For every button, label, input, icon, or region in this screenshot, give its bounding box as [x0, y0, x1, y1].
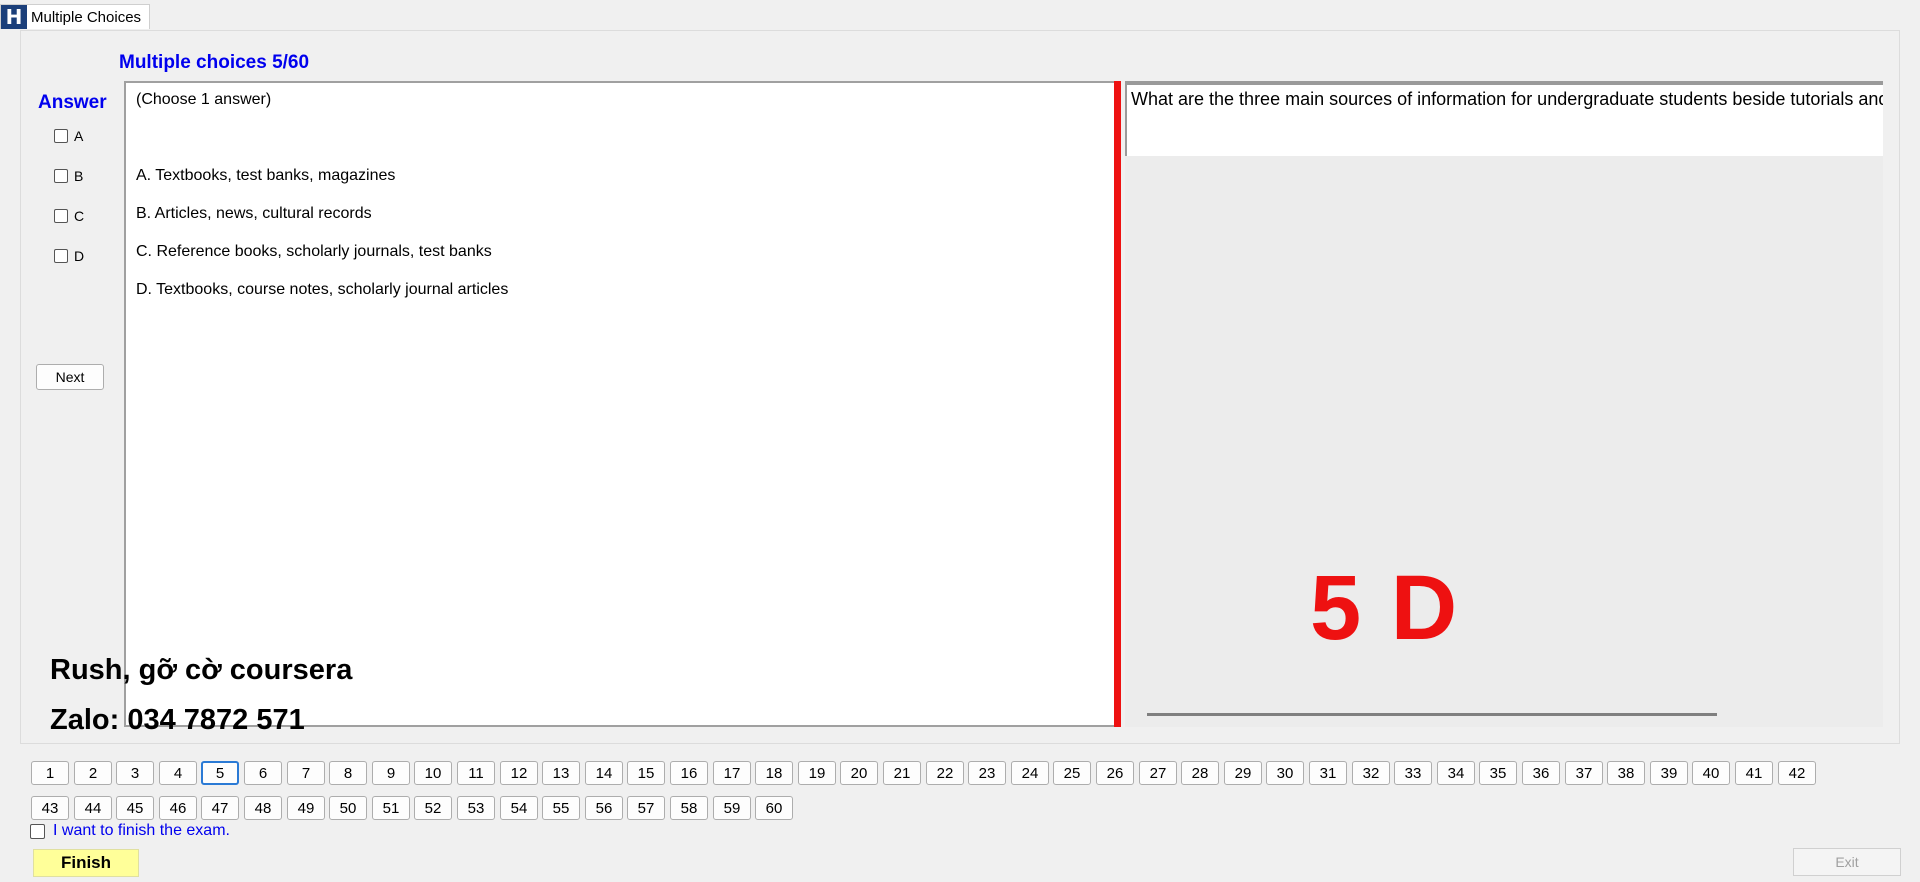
answer-label: Answer	[38, 92, 107, 113]
question-button[interactable]: 36	[1522, 761, 1560, 785]
question-button[interactable]: 37	[1565, 761, 1603, 785]
tab-label: Multiple Choices	[31, 8, 142, 26]
question-button[interactable]: 41	[1735, 761, 1773, 785]
question-button[interactable]: 54	[500, 796, 538, 820]
question-button[interactable]: 60	[755, 796, 793, 820]
question-button[interactable]: 5	[201, 761, 239, 785]
answer-option-b[interactable]: B	[54, 168, 83, 184]
question-button[interactable]: 4	[159, 761, 197, 785]
choices-panel: (Choose 1 answer) A. Textbooks, test ban…	[124, 81, 1114, 727]
question-button[interactable]: 39	[1650, 761, 1688, 785]
question-button[interactable]: 27	[1139, 761, 1177, 785]
choose-note: (Choose 1 answer)	[136, 91, 272, 108]
question-text: What are the three main sources of infor…	[1131, 89, 1883, 109]
red-divider	[1114, 81, 1121, 727]
question-area	[1125, 156, 1883, 727]
question-button[interactable]: 10	[414, 761, 452, 785]
question-button[interactable]: 22	[926, 761, 964, 785]
question-button[interactable]: 43	[31, 796, 69, 820]
question-button[interactable]: 1	[31, 761, 69, 785]
question-button[interactable]: 40	[1692, 761, 1730, 785]
question-button[interactable]: 53	[457, 796, 495, 820]
question-button[interactable]: 6	[244, 761, 282, 785]
watermark-line-1: Rush, gỡ cờ coursera	[50, 654, 353, 686]
scrollbar-thumb[interactable]	[1147, 713, 1717, 716]
answer-option-d[interactable]: D	[54, 248, 84, 264]
question-button[interactable]: 3	[116, 761, 154, 785]
choice-text: C. Reference books, scholarly journals, …	[136, 243, 492, 260]
answer-marker: 5 D	[1310, 557, 1460, 659]
answer-option-label: D	[74, 248, 85, 264]
question-button[interactable]: 52	[414, 796, 452, 820]
question-button[interactable]: 28	[1181, 761, 1219, 785]
page-title: Multiple choices 5/60	[119, 52, 310, 73]
question-button[interactable]: 32	[1352, 761, 1390, 785]
checkbox[interactable]	[30, 823, 45, 839]
question-button[interactable]: 24	[1011, 761, 1049, 785]
question-button[interactable]: 58	[670, 796, 708, 820]
title-bar: H Multiple Choices	[0, 0, 1920, 30]
tab-multiple-choices[interactable]: H Multiple Choices	[0, 4, 151, 29]
question-button[interactable]: 51	[372, 796, 410, 820]
question-box: What are the three main sources of infor…	[1125, 81, 1883, 156]
question-button[interactable]: 14	[585, 761, 623, 785]
answer-option-a[interactable]: A	[54, 128, 83, 144]
answer-option-label: B	[74, 168, 84, 184]
exit-button[interactable]: Exit	[1793, 848, 1901, 876]
question-button[interactable]: 19	[798, 761, 836, 785]
question-button[interactable]: 7	[287, 761, 325, 785]
question-button[interactable]: 38	[1607, 761, 1645, 785]
choice-text: A. Textbooks, test banks, magazines	[136, 167, 396, 184]
question-button[interactable]: 59	[713, 796, 751, 820]
app-logo-icon: H	[1, 5, 27, 29]
checkbox[interactable]	[54, 169, 68, 183]
question-button[interactable]: 57	[627, 796, 665, 820]
question-button[interactable]: 30	[1266, 761, 1304, 785]
question-button[interactable]: 45	[116, 796, 154, 820]
finish-button[interactable]: Finish	[33, 849, 139, 877]
finish-exam-checkbox[interactable]: I want to finish the exam.	[30, 822, 230, 840]
question-button[interactable]: 29	[1224, 761, 1262, 785]
choice-text: B. Articles, news, cultural records	[136, 205, 372, 222]
question-button[interactable]: 15	[627, 761, 665, 785]
question-button[interactable]: 56	[585, 796, 623, 820]
question-button[interactable]: 16	[670, 761, 708, 785]
question-button[interactable]: 21	[883, 761, 921, 785]
question-button[interactable]: 25	[1053, 761, 1091, 785]
question-button[interactable]: 35	[1479, 761, 1517, 785]
next-button[interactable]: Next	[36, 364, 104, 390]
question-button[interactable]: 55	[542, 796, 580, 820]
checkbox[interactable]	[54, 249, 68, 263]
question-button[interactable]: 31	[1309, 761, 1347, 785]
question-button[interactable]: 26	[1096, 761, 1134, 785]
watermark-line-2: Zalo: 034 7872 571	[50, 704, 305, 736]
answer-option-label: A	[74, 128, 84, 144]
question-button[interactable]: 44	[74, 796, 112, 820]
question-button[interactable]: 33	[1394, 761, 1432, 785]
question-button[interactable]: 13	[542, 761, 580, 785]
question-button[interactable]: 9	[372, 761, 410, 785]
choice-text: D. Textbooks, course notes, scholarly jo…	[136, 281, 509, 298]
checkbox[interactable]	[54, 209, 68, 223]
question-button[interactable]: 11	[457, 761, 495, 785]
question-button[interactable]: 12	[500, 761, 538, 785]
answer-option-c[interactable]: C	[54, 208, 84, 224]
finish-check-label: I want to finish the exam.	[53, 822, 230, 839]
question-button[interactable]: 17	[713, 761, 751, 785]
question-button[interactable]: 8	[329, 761, 367, 785]
question-button[interactable]: 2	[74, 761, 112, 785]
question-button[interactable]: 47	[201, 796, 239, 820]
question-button[interactable]: 20	[840, 761, 878, 785]
checkbox[interactable]	[54, 129, 68, 143]
question-button[interactable]: 46	[159, 796, 197, 820]
question-button[interactable]: 42	[1778, 761, 1816, 785]
question-button[interactable]: 23	[968, 761, 1006, 785]
question-button[interactable]: 48	[244, 796, 282, 820]
answer-option-label: C	[74, 208, 85, 224]
question-button[interactable]: 49	[287, 796, 325, 820]
question-button[interactable]: 18	[755, 761, 793, 785]
question-button[interactable]: 34	[1437, 761, 1475, 785]
question-button[interactable]: 50	[329, 796, 367, 820]
